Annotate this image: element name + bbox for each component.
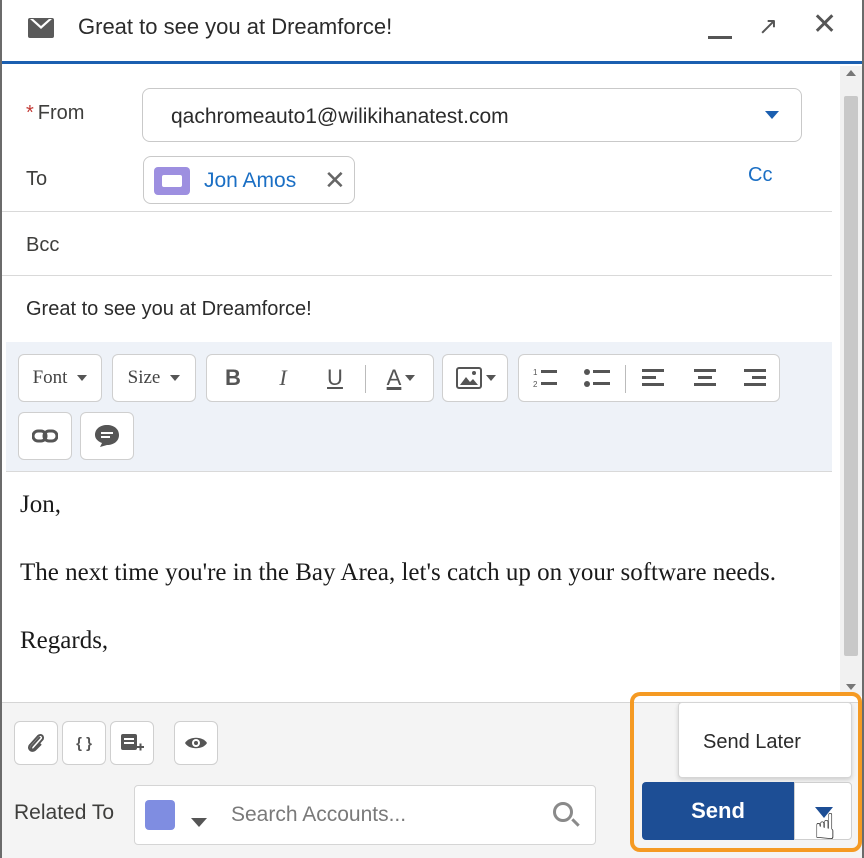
font-dropdown[interactable]: Font (18, 354, 102, 402)
contact-icon (154, 167, 190, 195)
size-dropdown[interactable]: Size (112, 354, 196, 402)
remove-recipient-icon[interactable]: ✕ (324, 165, 346, 196)
svg-text:2: 2 (533, 380, 538, 389)
account-icon[interactable] (145, 800, 175, 830)
search-icon (553, 802, 573, 822)
paperclip-icon (27, 733, 45, 752)
related-to-label: Related To (14, 801, 115, 824)
chevron-down-icon (765, 111, 779, 119)
composer-header: Great to see you at Dreamforce! ✕ (2, 0, 862, 64)
cc-link[interactable]: Cc (748, 164, 772, 187)
link-icon (32, 429, 58, 443)
bcc-row[interactable]: Bcc (2, 212, 832, 276)
attach-button[interactable] (14, 721, 58, 765)
bcc-label: Bcc (26, 234, 60, 256)
email-composer-window: Great to see you at Dreamforce! ✕ *From … (0, 0, 864, 858)
chevron-down-icon[interactable] (191, 818, 207, 827)
bold-button[interactable]: B (213, 355, 253, 401)
svg-text:1: 1 (533, 368, 538, 377)
text-color-button[interactable]: A (373, 355, 429, 401)
chat-bubble-icon (95, 425, 119, 447)
list-align-group: 12 (518, 354, 780, 402)
align-left-button[interactable] (633, 355, 673, 401)
template-icon (121, 734, 144, 751)
search-accounts-input[interactable] (231, 798, 541, 832)
image-button[interactable] (442, 354, 508, 402)
recipient-pill[interactable]: Jon Amos ✕ (143, 156, 355, 204)
from-label: * From (26, 102, 85, 124)
chevron-down-icon (486, 375, 496, 381)
link-button[interactable] (18, 412, 72, 460)
scroll-down-icon[interactable] (846, 684, 856, 690)
close-button[interactable]: ✕ (812, 10, 837, 40)
underline-button[interactable]: U (315, 355, 355, 401)
window-title: Great to see you at Dreamforce! (78, 14, 393, 39)
format-group: B I U A (206, 354, 434, 402)
email-body[interactable]: Jon, The next time you're in the Bay Are… (20, 488, 820, 692)
chevron-down-icon (405, 375, 416, 381)
quick-text-button[interactable] (80, 412, 134, 460)
merge-field-button[interactable]: { } (62, 721, 106, 765)
required-marker: * (26, 102, 34, 124)
hand-cursor-icon: ☝ (814, 806, 836, 847)
eye-icon (185, 737, 207, 749)
align-center-button[interactable] (685, 355, 725, 401)
to-row: To (2, 150, 832, 212)
align-left-icon (642, 369, 664, 386)
body-closing: Regards, (20, 627, 109, 654)
preview-button[interactable] (174, 721, 218, 765)
scrollbar[interactable] (840, 66, 862, 696)
related-to-lookup (134, 785, 596, 845)
bulleted-list-icon (584, 369, 610, 387)
recipient-name: Jon Amos (204, 169, 297, 192)
chevron-down-icon (170, 375, 181, 381)
rich-text-toolbar: Font Size B I U A 12 (6, 342, 832, 472)
align-right-icon (744, 369, 766, 386)
image-icon (456, 367, 482, 389)
expand-icon[interactable] (758, 12, 784, 42)
align-center-icon (694, 369, 716, 386)
subject-field[interactable]: Great to see you at Dreamforce! (26, 298, 312, 321)
bulleted-list-button[interactable] (577, 355, 617, 401)
body-greeting: Jon, (20, 491, 61, 518)
scrollbar-thumb[interactable] (844, 96, 858, 656)
numbered-list-icon: 12 (533, 368, 557, 389)
template-button[interactable] (110, 721, 154, 765)
body-paragraph: The next time you're in the Bay Area, le… (20, 559, 776, 586)
subject-row[interactable]: Great to see you at Dreamforce! (2, 276, 832, 342)
envelope-icon (28, 18, 54, 38)
to-label: To (26, 168, 48, 190)
from-select[interactable]: qachromeauto1@wilikihanatest.com (142, 88, 802, 142)
minimize-button[interactable] (708, 36, 732, 39)
from-value: qachromeauto1@wilikihanatest.com (171, 105, 509, 128)
numbered-list-button[interactable]: 12 (525, 355, 565, 401)
italic-button[interactable]: I (263, 355, 303, 401)
align-right-button[interactable] (735, 355, 775, 401)
chevron-down-icon (77, 375, 88, 381)
scroll-up-icon[interactable] (846, 70, 856, 76)
